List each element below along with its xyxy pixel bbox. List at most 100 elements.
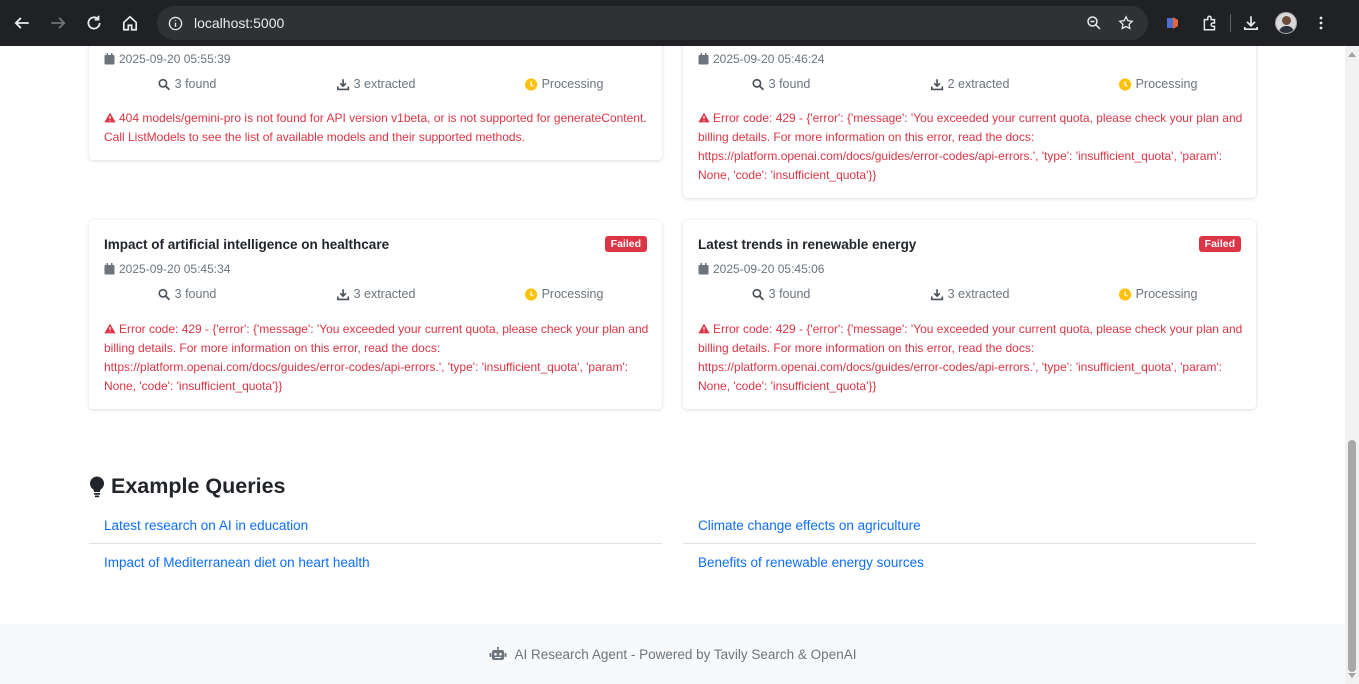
clock-icon [524, 287, 538, 301]
scroll-thumb[interactable] [1348, 440, 1356, 672]
page-viewport: 2025-09-20 05:55:39 3 found 3 extracted … [0, 46, 1345, 684]
site-info-icon[interactable] [159, 6, 191, 40]
download-icon[interactable] [1239, 11, 1263, 35]
home-icon [122, 15, 138, 31]
extracted-count: 3 extracted [353, 77, 416, 91]
divider [89, 543, 662, 544]
extracted-count: 3 extracted [947, 287, 1010, 301]
card-date-text: 2025-09-20 05:45:06 [713, 262, 825, 276]
bookmark-star-icon[interactable] [1114, 11, 1138, 35]
example-queries-heading: Example Queries [89, 474, 285, 499]
processing-text: Processing [541, 287, 604, 301]
found-count: 3 found [768, 287, 811, 301]
found-stat: 3 found [752, 77, 811, 91]
extracted-count: 3 extracted [353, 287, 416, 301]
card-stats: 3 found 3 extracted Processing [89, 287, 662, 305]
forward-button[interactable] [40, 5, 76, 41]
card-stats: 3 found 2 extracted Processing [683, 77, 1256, 95]
processing-stat: Processing [524, 77, 604, 91]
processing-stat: Processing [1118, 77, 1198, 91]
scroll-up-arrow[interactable] [1348, 52, 1356, 57]
download-icon [336, 288, 350, 300]
scroll-down-arrow[interactable] [1348, 673, 1356, 678]
calendar-icon [698, 53, 709, 65]
card-date: 2025-09-20 05:45:34 [104, 262, 230, 276]
status-badge: Failed [604, 236, 647, 252]
search-icon [752, 288, 765, 300]
processing-text: Processing [1135, 287, 1198, 301]
page-scrollbar[interactable] [1345, 46, 1359, 684]
page-footer: AI Research Agent - Powered by Tavily Se… [0, 624, 1345, 684]
found-stat: 3 found [752, 287, 811, 301]
download-icon [930, 288, 944, 300]
search-icon [158, 288, 171, 300]
robot-icon [489, 647, 507, 660]
browser-toolbar: localhost:5000 [0, 0, 1359, 46]
card-date-text: 2025-09-20 05:46:24 [713, 52, 825, 66]
address-bar[interactable]: localhost:5000 [157, 6, 1148, 40]
warning-icon [104, 323, 116, 334]
found-count: 3 found [174, 287, 217, 301]
reload-icon [87, 15, 101, 30]
extracted-stat: 3 extracted [336, 77, 416, 91]
footer-text: AI Research Agent - Powered by Tavily Se… [514, 646, 857, 662]
example-query-link[interactable]: Latest research on AI in education [104, 518, 308, 533]
menu-kebab-icon[interactable] [1309, 11, 1333, 35]
extracted-stat: 2 extracted [930, 77, 1009, 91]
lightbulb-icon [90, 476, 105, 497]
extracted-stat: 3 extracted [930, 287, 1010, 301]
error-message: Error code: 429 - {'error': {'message': … [698, 320, 1244, 396]
error-message: 404 models/gemini-pro is not found for A… [104, 109, 650, 147]
search-icon [158, 78, 171, 90]
research-card: Impact of artificial intelligence on hea… [89, 220, 662, 409]
research-card: Latest trends in renewable energy Failed… [683, 220, 1256, 409]
warning-icon [104, 112, 116, 123]
card-stats: 3 found 3 extracted Processing [683, 287, 1256, 305]
back-button[interactable] [4, 5, 40, 41]
calendar-icon [104, 263, 115, 275]
research-card: 2025-09-20 05:55:39 3 found 3 extracted … [89, 46, 662, 160]
clock-icon [1118, 77, 1132, 91]
extracted-stat: 3 extracted [336, 287, 416, 301]
card-date: 2025-09-20 05:55:39 [104, 52, 230, 66]
clock-icon [1118, 287, 1132, 301]
extension-icon[interactable] [1160, 11, 1184, 35]
extensions-puzzle-icon[interactable] [1198, 11, 1222, 35]
section-title-text: Example Queries [111, 474, 286, 498]
card-date: 2025-09-20 05:45:06 [698, 262, 824, 276]
error-message: Error code: 429 - {'error': {'message': … [698, 109, 1244, 185]
divider [683, 543, 1256, 544]
error-text: Error code: 429 - {'error': {'message': … [698, 322, 1243, 393]
example-query-link[interactable]: Benefits of renewable energy sources [698, 555, 924, 570]
arrow-left-icon [14, 17, 29, 29]
toolbar-actions [1160, 6, 1333, 40]
reload-button[interactable] [76, 5, 112, 41]
card-title: Latest trends in renewable energy [698, 237, 917, 252]
toolbar-divider [1230, 14, 1231, 32]
processing-text: Processing [1135, 77, 1198, 91]
found-stat: 3 found [158, 287, 217, 301]
example-query-link[interactable]: Impact of Mediterranean diet on heart he… [104, 555, 370, 570]
error-text: Error code: 429 - {'error': {'message': … [104, 322, 649, 393]
found-count: 3 found [174, 77, 217, 91]
research-card: 2025-09-20 05:46:24 3 found 2 extracted … [683, 46, 1256, 198]
profile-avatar[interactable] [1275, 12, 1297, 34]
calendar-icon [104, 53, 115, 65]
found-stat: 3 found [158, 77, 217, 91]
download-icon [336, 78, 350, 90]
processing-text: Processing [541, 77, 604, 91]
found-count: 3 found [768, 77, 811, 91]
card-title: Impact of artificial intelligence on hea… [104, 237, 390, 252]
error-text: Error code: 429 - {'error': {'message': … [698, 111, 1243, 182]
home-button[interactable] [112, 5, 148, 41]
zoom-icon[interactable] [1082, 11, 1106, 35]
warning-icon [698, 112, 710, 123]
error-message: Error code: 429 - {'error': {'message': … [104, 320, 650, 396]
warning-icon [698, 323, 710, 334]
example-query-link[interactable]: Climate change effects on agriculture [698, 518, 921, 533]
clock-icon [524, 77, 538, 91]
download-icon [930, 78, 944, 90]
status-badge: Failed [1198, 236, 1241, 252]
card-date-text: 2025-09-20 05:55:39 [119, 52, 231, 66]
processing-stat: Processing [1118, 287, 1198, 301]
